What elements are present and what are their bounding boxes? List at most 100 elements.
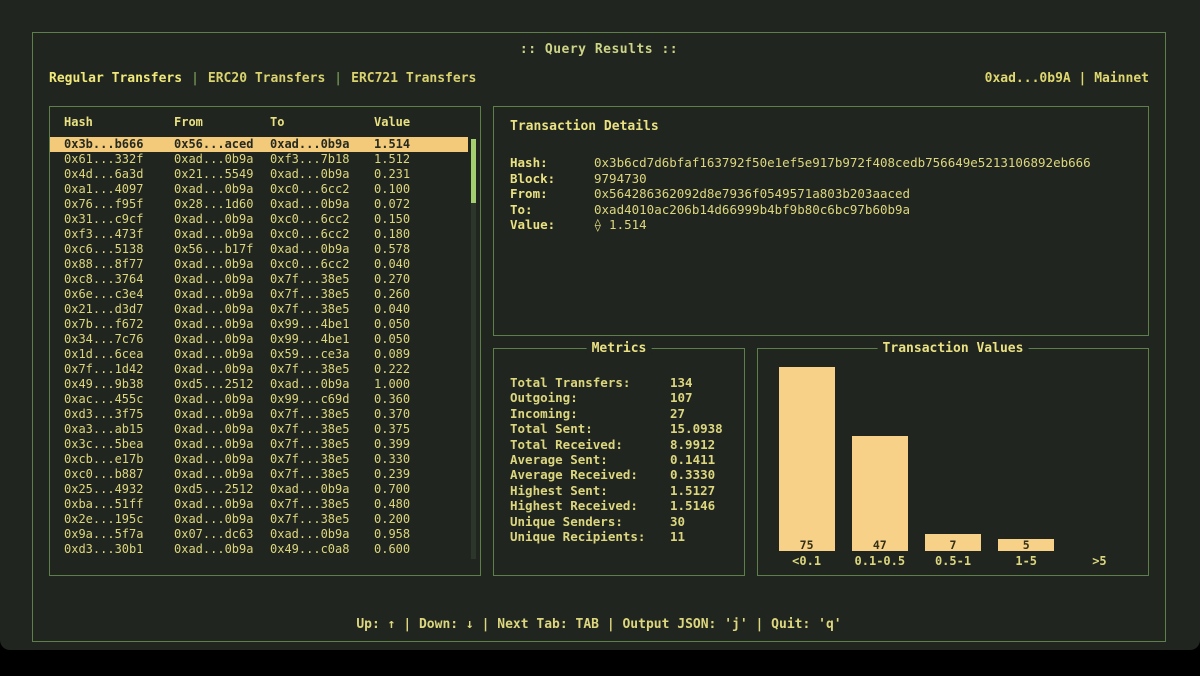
table-row[interactable]: 0x7f...1d420xad...0b9a0x7f...38e50.222: [50, 362, 468, 377]
table-cell: 0xac...455c: [64, 392, 174, 407]
table-row[interactable]: 0x6e...c3e40xad...0b9a0x7f...38e50.260: [50, 287, 468, 302]
histogram-bar: 75: [779, 367, 835, 551]
table-cell: 0xad...0b9a: [270, 167, 374, 182]
table-row[interactable]: 0xd3...30b10xad...0b9a0x49...c0a80.600: [50, 542, 468, 557]
table-cell: 0xba...51ff: [64, 497, 174, 512]
table-row[interactable]: 0x2e...195c0xad...0b9a0x7f...38e50.200: [50, 512, 468, 527]
table-cell: 0xad...0b9a: [174, 287, 270, 302]
table-row[interactable]: 0x76...f95f0x28...1d600xad...0b9a0.072: [50, 197, 468, 212]
table-row[interactable]: 0xac...455c0xad...0b9a0x99...c69d0.360: [50, 392, 468, 407]
metric-value: 107: [670, 390, 728, 405]
table-cell: 0x28...1d60: [174, 197, 270, 212]
metric-row: Unique Senders:30: [510, 514, 728, 529]
x-axis-label: 0.5-1: [916, 554, 989, 568]
metric-value: 0.3330: [670, 467, 728, 482]
table-row[interactable]: 0xc8...37640xad...0b9a0x7f...38e50.270: [50, 272, 468, 287]
x-axis-label: >5: [1063, 554, 1136, 568]
table-row[interactable]: 0x4d...6a3d0x21...55490xad...0b9a0.231: [50, 167, 468, 182]
table-row[interactable]: 0x25...49320xd5...25120xad...0b9a0.700: [50, 482, 468, 497]
table-cell: 0xc0...6cc2: [270, 212, 374, 227]
table-row[interactable]: 0x21...d3d70xad...0b9a0x7f...38e50.040: [50, 302, 468, 317]
metric-label: Average Sent:: [510, 452, 670, 467]
scrollbar-thumb[interactable]: [471, 139, 476, 203]
table-row[interactable]: 0xa3...ab150xad...0b9a0x7f...38e50.375: [50, 422, 468, 437]
table-row[interactable]: 0xba...51ff0xad...0b9a0x7f...38e50.480: [50, 497, 468, 512]
table-row[interactable]: 0xc0...b8870xad...0b9a0x7f...38e50.239: [50, 467, 468, 482]
table-cell: 0xad...0b9a: [174, 437, 270, 452]
metric-row: Unique Recipients:11: [510, 529, 728, 544]
table-cell: 0xad...0b9a: [174, 182, 270, 197]
metric-row: Total Received:8.9912: [510, 437, 728, 452]
tab-bar: Regular Transfers|ERC20 Transfers|ERC721…: [49, 71, 476, 86]
table-cell: 0xad...0b9a: [270, 137, 374, 152]
table-row[interactable]: 0x7b...f6720xad...0b9a0x99...4be10.050: [50, 317, 468, 332]
histogram-bar: 7: [925, 534, 981, 551]
table-row[interactable]: 0x88...8f770xad...0b9a0xc0...6cc20.040: [50, 257, 468, 272]
tab-separator: |: [334, 71, 342, 86]
table-cell: 0xa3...ab15: [64, 422, 174, 437]
table-row[interactable]: 0xd3...3f750xad...0b9a0x7f...38e50.370: [50, 407, 468, 422]
table-row[interactable]: 0xf3...473f0xad...0b9a0xc0...6cc20.180: [50, 227, 468, 242]
metric-value: 15.0938: [670, 421, 728, 436]
table-cell: 0.050: [374, 317, 468, 332]
details-title: Transaction Details: [510, 119, 1132, 134]
table-cell: 0.072: [374, 197, 468, 212]
bar-slot: 75: [770, 367, 843, 551]
table-cell: 0xc6...5138: [64, 242, 174, 257]
table-row[interactable]: 0x49...9b380xd5...25120xad...0b9a1.000: [50, 377, 468, 392]
x-axis-label: <0.1: [770, 554, 843, 568]
metric-label: Average Received:: [510, 467, 670, 482]
table-row[interactable]: 0x3b...b6660x56...aced0xad...0b9a1.514: [50, 137, 468, 152]
table-cell: 0xad...0b9a: [174, 362, 270, 377]
table-row[interactable]: 0xc6...51380x56...b17f0xad...0b9a0.578: [50, 242, 468, 257]
metrics-panel: Metrics Total Transfers:134Outgoing:107I…: [493, 348, 745, 576]
table-row[interactable]: 0x3c...5bea0xad...0b9a0x7f...38e50.399: [50, 437, 468, 452]
detail-label: From:: [510, 186, 594, 202]
metric-value: 0.1411: [670, 452, 728, 467]
table-row[interactable]: 0x34...7c760xad...0b9a0x99...4be10.050: [50, 332, 468, 347]
metrics-list: Total Transfers:134Outgoing:107Incoming:…: [510, 375, 728, 544]
table-row[interactable]: 0xcb...e17b0xad...0b9a0x7f...38e50.330: [50, 452, 468, 467]
metric-row: Average Received:0.3330: [510, 467, 728, 482]
table-cell: 0.375: [374, 422, 468, 437]
detail-value: 0xad4010ac206b14d66999b4bf9b80c6bc97b60b…: [594, 202, 1132, 218]
table-cell: 0xad...0b9a: [270, 242, 374, 257]
metric-value: 1.5146: [670, 498, 728, 513]
table-cell: 0x7f...38e5: [270, 272, 374, 287]
table-cell: 0xad...0b9a: [270, 482, 374, 497]
metric-label: Total Sent:: [510, 421, 670, 436]
table-cell: 0.399: [374, 437, 468, 452]
table-row[interactable]: 0x31...c9cf0xad...0b9a0xc0...6cc20.150: [50, 212, 468, 227]
table-cell: 0x1d...6cea: [64, 347, 174, 362]
table-cell: 0x7f...38e5: [270, 302, 374, 317]
table-cell: 0xad...0b9a: [174, 332, 270, 347]
table-cell: 0xf3...7b18: [270, 152, 374, 167]
tab-regular-transfers[interactable]: Regular Transfers: [49, 71, 182, 86]
table-cell: 0xc0...b887: [64, 467, 174, 482]
table-cell: 1.512: [374, 152, 468, 167]
table-row[interactable]: 0x1d...6cea0xad...0b9a0x59...ce3a0.089: [50, 347, 468, 362]
table-cell: 0xad...0b9a: [270, 377, 374, 392]
transaction-values-chart: Transaction Values 754775 <0.10.1-0.50.5…: [757, 348, 1149, 576]
table-cell: 0x2e...195c: [64, 512, 174, 527]
table-cell: 0.480: [374, 497, 468, 512]
transaction-details-panel: Transaction Details Hash:0x3b6cd7d6bfaf1…: [493, 106, 1149, 336]
main-content: HashFromToValue 0x3b...b6660x56...aced0x…: [33, 106, 1165, 576]
metric-row: Total Transfers:134: [510, 375, 728, 390]
table-cell: 0.260: [374, 287, 468, 302]
table-cell: 0xa1...4097: [64, 182, 174, 197]
metric-row: Highest Sent:1.5127: [510, 483, 728, 498]
table-cell: 0.222: [374, 362, 468, 377]
table-row[interactable]: 0x9a...5f7a0x07...dc630xad...0b9a0.958: [50, 527, 468, 542]
table-cell: 0x7f...38e5: [270, 497, 374, 512]
table-cell: 0x9a...5f7a: [64, 527, 174, 542]
tab-erc20-transfers[interactable]: ERC20 Transfers: [208, 71, 325, 86]
bar-value-label: 47: [852, 539, 908, 551]
account-network-label: 0xad...0b9A | Mainnet: [985, 71, 1149, 86]
tab-erc721-transfers[interactable]: ERC721 Transfers: [351, 71, 476, 86]
table-cell: 0xad...0b9a: [174, 227, 270, 242]
right-column: Transaction Details Hash:0x3b6cd7d6bfaf1…: [493, 106, 1149, 576]
scrollbar[interactable]: [471, 139, 476, 559]
table-row[interactable]: 0xa1...40970xad...0b9a0xc0...6cc20.100: [50, 182, 468, 197]
table-row[interactable]: 0x61...332f0xad...0b9a0xf3...7b181.512: [50, 152, 468, 167]
